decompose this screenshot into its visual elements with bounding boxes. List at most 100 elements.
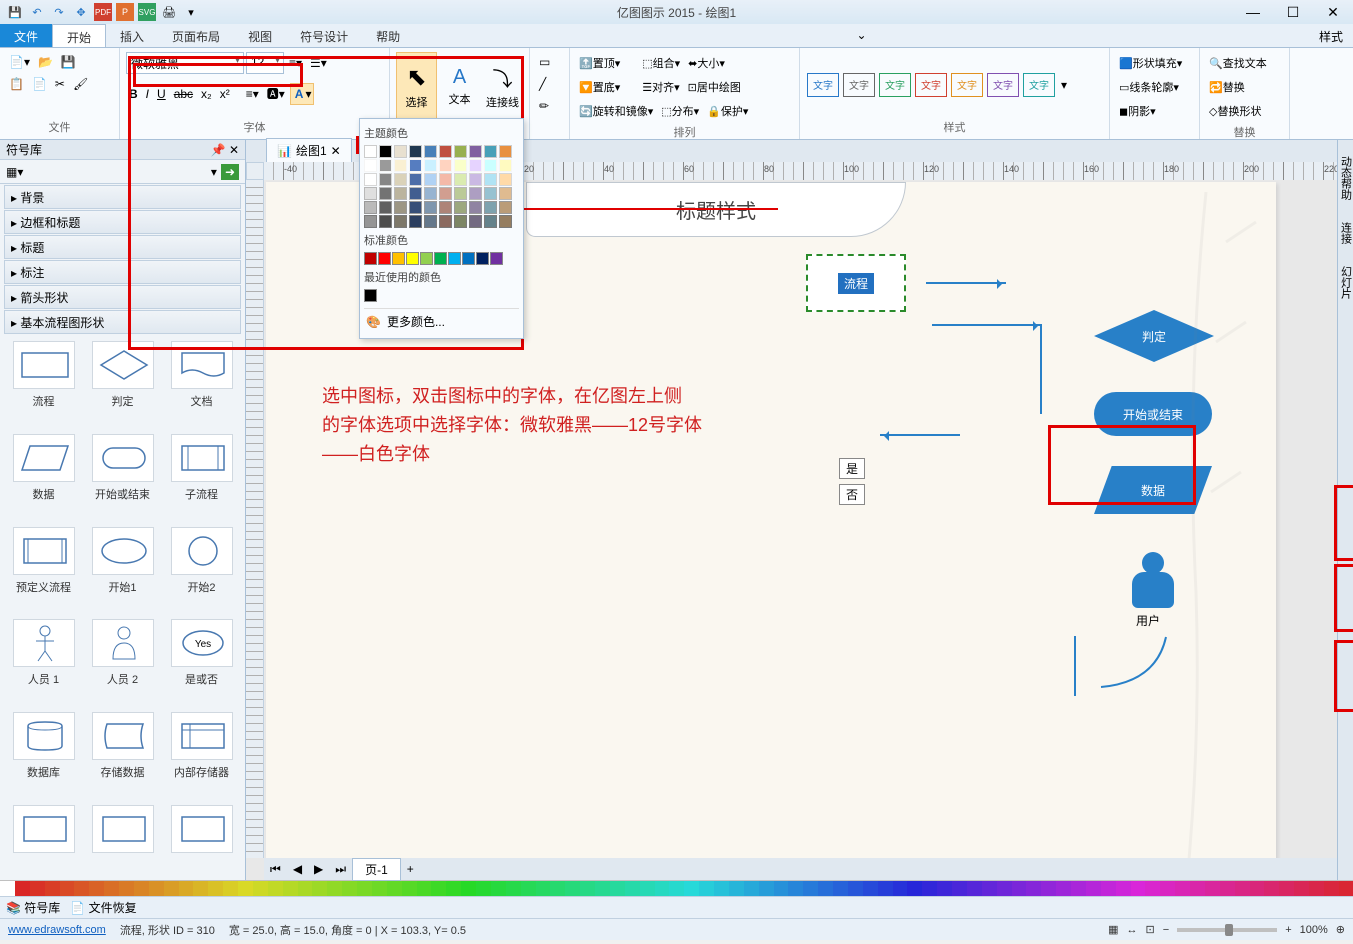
color-swatch[interactable] bbox=[409, 201, 422, 214]
color-swatch[interactable] bbox=[499, 201, 512, 214]
select-tool-button[interactable]: ⬉选择 bbox=[396, 52, 437, 120]
brush-icon[interactable]: 🖌 bbox=[70, 74, 91, 94]
palette-color[interactable] bbox=[759, 881, 774, 896]
palette-color[interactable] bbox=[223, 881, 238, 896]
shape-item[interactable]: 预定义流程 bbox=[6, 527, 81, 616]
last-page-icon[interactable]: ⏭ bbox=[329, 860, 352, 879]
palette-color[interactable] bbox=[536, 881, 551, 896]
color-swatch[interactable] bbox=[469, 145, 482, 158]
palette-color[interactable] bbox=[1309, 881, 1324, 896]
palette-color[interactable] bbox=[967, 881, 982, 896]
style-item[interactable]: 文字 bbox=[951, 73, 983, 97]
bold-button[interactable]: B bbox=[126, 84, 141, 104]
size-button[interactable]: ⬌大小▾ bbox=[685, 52, 728, 74]
ppt-icon[interactable]: P bbox=[116, 3, 134, 21]
redo-icon[interactable]: ↷ bbox=[50, 3, 68, 21]
color-swatch[interactable] bbox=[439, 201, 452, 214]
arrow[interactable] bbox=[926, 282, 1006, 284]
shape-item[interactable]: 开始2 bbox=[164, 527, 239, 616]
palette-color[interactable] bbox=[655, 881, 670, 896]
add-page-icon[interactable]: + bbox=[401, 860, 420, 878]
color-swatch[interactable] bbox=[439, 187, 452, 200]
palette-color[interactable] bbox=[1339, 881, 1353, 896]
connect-tab[interactable]: 连接 bbox=[1337, 216, 1353, 250]
color-swatch[interactable] bbox=[409, 159, 422, 172]
slide-tab[interactable]: 幻灯片 bbox=[1337, 260, 1353, 305]
no-label[interactable]: 否 bbox=[839, 484, 865, 505]
distribute-button[interactable]: ⬚分布▾ bbox=[658, 100, 702, 122]
help-tab[interactable]: 动态帮助 bbox=[1337, 150, 1353, 206]
color-swatch[interactable] bbox=[409, 173, 422, 186]
shape-item[interactable]: 文档 bbox=[164, 341, 239, 430]
palette-color[interactable] bbox=[803, 881, 818, 896]
color-swatch[interactable] bbox=[364, 145, 377, 158]
zoom-in-icon[interactable]: + bbox=[1285, 924, 1291, 936]
palette-color[interactable] bbox=[208, 881, 223, 896]
color-swatch[interactable] bbox=[469, 187, 482, 200]
tab-view[interactable]: 视图 bbox=[234, 24, 286, 47]
tab-help[interactable]: 帮助 bbox=[362, 24, 414, 47]
palette-color[interactable] bbox=[863, 881, 878, 896]
close-button[interactable]: ✕ bbox=[1313, 0, 1353, 24]
palette-color[interactable] bbox=[550, 881, 565, 896]
color-swatch[interactable] bbox=[469, 215, 482, 228]
color-swatch[interactable] bbox=[406, 252, 419, 265]
color-swatch[interactable] bbox=[394, 159, 407, 172]
color-swatch[interactable] bbox=[499, 173, 512, 186]
tab-start[interactable]: 开始 bbox=[52, 24, 106, 47]
color-swatch[interactable] bbox=[409, 187, 422, 200]
palette-color[interactable] bbox=[74, 881, 89, 896]
color-swatch[interactable] bbox=[409, 215, 422, 228]
italic-button[interactable]: I bbox=[143, 84, 152, 104]
style-item[interactable]: 文字 bbox=[987, 73, 1019, 97]
palette-color[interactable] bbox=[179, 881, 194, 896]
color-swatch[interactable] bbox=[424, 201, 437, 214]
tab-symbol[interactable]: 符号设计 bbox=[286, 24, 362, 47]
palette-color[interactable] bbox=[997, 881, 1012, 896]
category-item[interactable]: ▸ 背景 bbox=[4, 185, 241, 209]
palette-color[interactable] bbox=[238, 881, 253, 896]
palette-color[interactable] bbox=[1116, 881, 1131, 896]
replace-shape-button[interactable]: ◇替换形状 bbox=[1206, 100, 1264, 122]
shape-item[interactable]: 人员 1 bbox=[6, 619, 81, 708]
color-swatch[interactable] bbox=[476, 252, 489, 265]
shape-item[interactable] bbox=[164, 805, 239, 874]
palette-color[interactable] bbox=[1175, 881, 1190, 896]
next-page-icon[interactable]: ▶ bbox=[308, 860, 329, 878]
tab-insert[interactable]: 插入 bbox=[106, 24, 158, 47]
palette-color[interactable] bbox=[878, 881, 893, 896]
color-swatch[interactable] bbox=[394, 201, 407, 214]
color-swatch[interactable] bbox=[448, 252, 461, 265]
group-button[interactable]: ⬚组合▾ bbox=[639, 52, 683, 74]
minimize-button[interactable]: — bbox=[1233, 0, 1273, 24]
palette-color[interactable] bbox=[476, 881, 491, 896]
color-swatch[interactable] bbox=[379, 215, 392, 228]
align-icon[interactable]: ≡▾ bbox=[243, 84, 262, 104]
color-swatch[interactable] bbox=[490, 252, 503, 265]
palette-color[interactable] bbox=[610, 881, 625, 896]
color-swatch[interactable] bbox=[469, 201, 482, 214]
category-item[interactable]: ▸ 边框和标题 bbox=[4, 210, 241, 234]
category-item[interactable]: ▸ 箭头形状 bbox=[4, 285, 241, 309]
color-swatch[interactable] bbox=[484, 159, 497, 172]
color-swatch[interactable] bbox=[484, 187, 497, 200]
color-swatch[interactable] bbox=[394, 173, 407, 186]
palette-color[interactable] bbox=[312, 881, 327, 896]
prev-page-icon[interactable]: ◀ bbox=[287, 860, 308, 878]
palette-color[interactable] bbox=[1324, 881, 1339, 896]
palette-color[interactable] bbox=[1071, 881, 1086, 896]
palette-color[interactable] bbox=[1205, 881, 1220, 896]
color-swatch[interactable] bbox=[379, 145, 392, 158]
file-recover-tab[interactable]: 📄 文件恢复 bbox=[70, 899, 136, 916]
palette-color[interactable] bbox=[1086, 881, 1101, 896]
palette-color[interactable] bbox=[1294, 881, 1309, 896]
zoom-out-icon[interactable]: − bbox=[1163, 924, 1169, 936]
font-size-select[interactable]: 12 bbox=[246, 52, 284, 74]
symbol-lib-tab[interactable]: 📚 符号库 bbox=[6, 899, 60, 916]
arrow[interactable] bbox=[880, 434, 960, 436]
shape-item[interactable]: 判定 bbox=[85, 341, 160, 430]
open-icon[interactable]: 📂 bbox=[35, 52, 56, 72]
svg-icon[interactable]: SVG bbox=[138, 3, 156, 21]
palette-color[interactable] bbox=[952, 881, 967, 896]
style-item[interactable]: 文字 bbox=[879, 73, 911, 97]
